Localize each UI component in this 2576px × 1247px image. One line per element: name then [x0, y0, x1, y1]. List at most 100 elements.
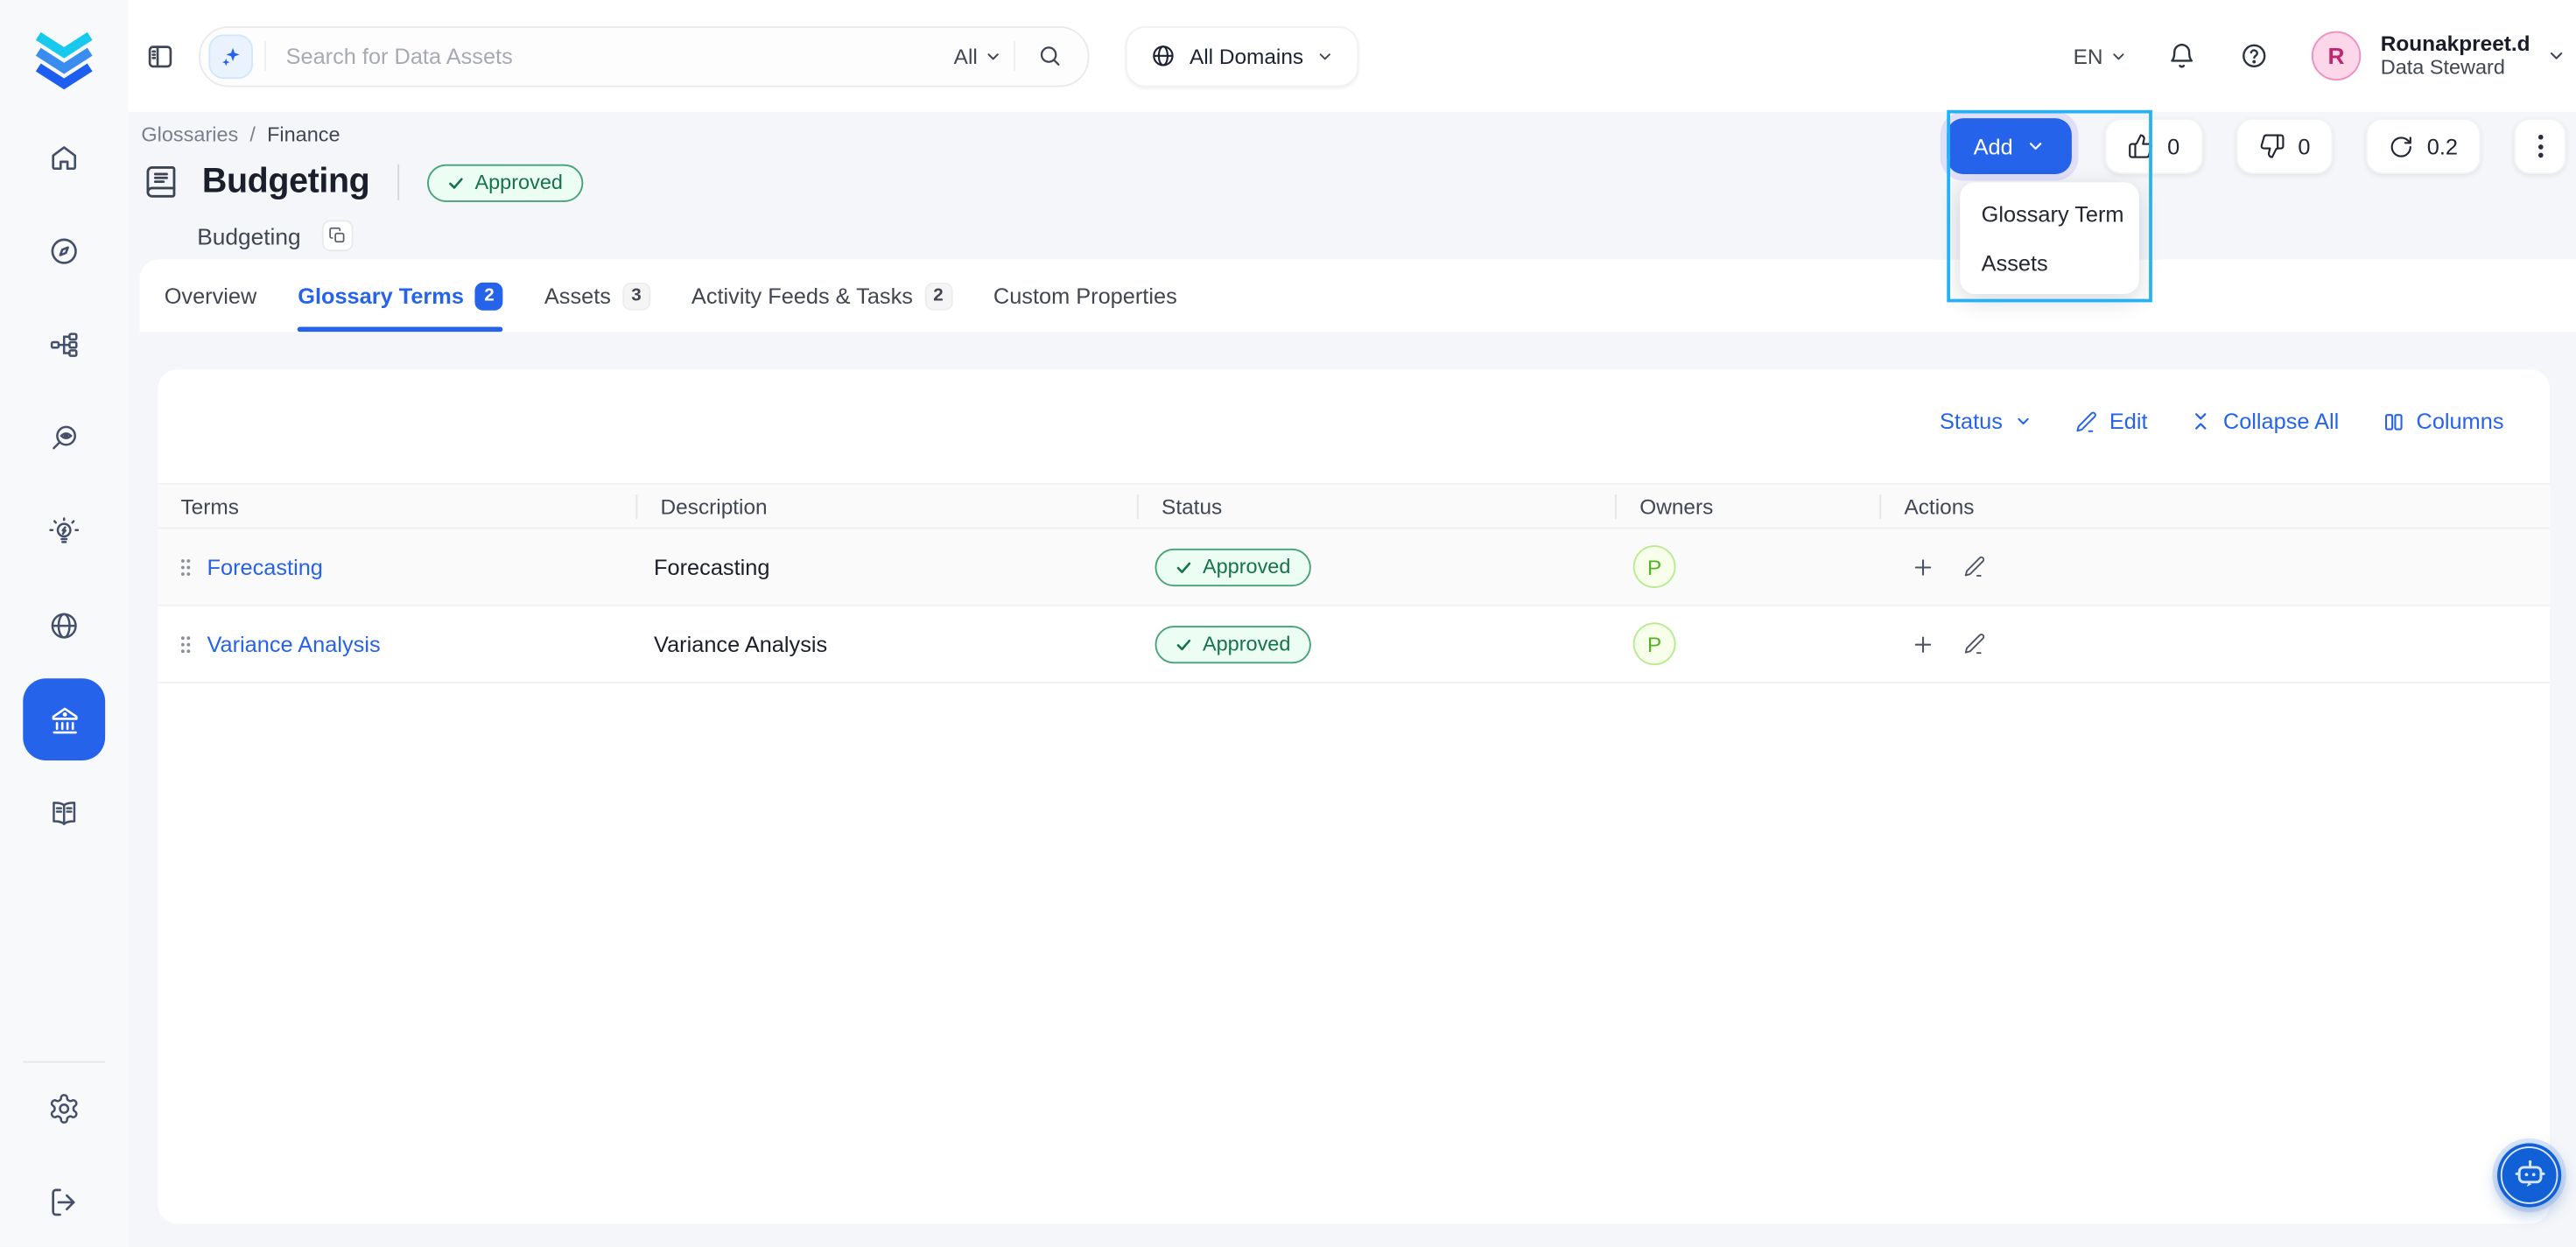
tab-assets[interactable]: Assets 3 [544, 260, 650, 333]
add-child-term-button[interactable] [1911, 632, 1935, 656]
user-initial: R [2328, 43, 2345, 69]
glossary-terms-card: Status Edit Collapse All Columns [158, 369, 2550, 1223]
column-header-status[interactable]: Status [1139, 485, 1617, 528]
actions-cell [1881, 606, 2550, 682]
column-header-terms[interactable]: Terms [158, 485, 637, 528]
breadcrumb-glossaries[interactable]: Glossaries [141, 123, 238, 146]
page-title: Budgeting [202, 163, 369, 202]
status-pill-label: Approved [1203, 633, 1290, 655]
columns-icon [2382, 410, 2404, 432]
all-domains-label: All Domains [1190, 44, 1303, 68]
chevron-down-icon [2546, 46, 2566, 67]
all-domains-button[interactable]: All Domains [1126, 25, 1359, 86]
plus-icon [1911, 632, 1935, 656]
tab-count-badge: 2 [475, 282, 503, 310]
language-select[interactable]: EN [2074, 44, 2128, 68]
sidebar-item-logout[interactable] [23, 1161, 105, 1243]
status-badge-label: Approved [474, 171, 562, 193]
user-info[interactable]: Rounakpreet.d Data Steward [2381, 32, 2530, 81]
sidebar-item-knowledge-center[interactable] [23, 772, 105, 854]
ai-search-button[interactable] [208, 33, 253, 78]
description-cell: Variance Analysis [637, 606, 1138, 682]
upvote-button[interactable]: 0 [2105, 118, 2203, 174]
table-row: Variance Analysis Variance Analysis Appr… [158, 606, 2550, 683]
sidebar-item-settings[interactable] [23, 1068, 105, 1150]
owner-avatar[interactable]: P [1633, 545, 1676, 588]
edit-term-button[interactable] [1963, 633, 1986, 655]
menu-item-glossary-term[interactable]: Glossary Term [1960, 189, 2139, 238]
edit-button[interactable]: Edit [2074, 409, 2147, 433]
top-header: Search for Data Assets All All Domains E… [128, 0, 2576, 112]
lightbulb-icon [47, 515, 81, 549]
user-menu-chevron[interactable] [2546, 46, 2566, 67]
search-submit-button[interactable] [1036, 43, 1063, 69]
downvote-button[interactable]: 0 [2236, 118, 2334, 174]
add-dropdown-menu: Glossary Term Assets [1960, 182, 2139, 294]
status-cell: Approved [1139, 606, 1617, 682]
breadcrumb-separator: / [249, 123, 256, 146]
sparkle-icon [219, 44, 243, 68]
downvote-count: 0 [2298, 134, 2310, 158]
help-button[interactable] [2239, 41, 2269, 71]
tab-activity-feeds[interactable]: Activity Feeds & Tasks 2 [691, 260, 952, 333]
menu-item-assets[interactable]: Assets [1960, 238, 2139, 287]
columns-button[interactable]: Columns [2382, 409, 2503, 433]
edit-term-button[interactable] [1963, 555, 1986, 578]
tab-glossary-terms[interactable]: Glossary Terms 2 [298, 260, 503, 333]
sidebar-item-home[interactable] [23, 116, 105, 199]
sidebar-item-observability[interactable] [23, 397, 105, 480]
globe-icon [1150, 43, 1176, 69]
breadcrumb-finance[interactable]: Finance [267, 123, 340, 146]
owner-avatar[interactable]: P [1633, 622, 1676, 665]
term-link[interactable]: Forecasting [207, 554, 323, 578]
left-sidebar [0, 0, 128, 1247]
global-search-bar[interactable]: Search for Data Assets All [199, 25, 1089, 86]
thumbs-up-icon [2128, 133, 2154, 159]
app-logo-icon[interactable] [33, 21, 95, 90]
collapse-all-button[interactable]: Collapse All [2190, 409, 2339, 433]
description-cell: Forecasting [637, 529, 1138, 604]
owners-cell: P [1617, 529, 1881, 604]
column-header-description[interactable]: Description [637, 485, 1138, 528]
term-link[interactable]: Variance Analysis [207, 632, 381, 656]
sidebar-toggle-button[interactable] [144, 40, 176, 72]
tab-overview[interactable]: Overview [165, 260, 257, 333]
drag-handle-icon[interactable] [179, 556, 193, 577]
logout-icon [47, 1186, 81, 1219]
chat-assistant-button[interactable] [2497, 1143, 2561, 1207]
tab-label: Activity Feeds & Tasks [691, 284, 913, 308]
version-button[interactable]: 0.2 [2366, 118, 2481, 174]
thumbs-down-icon [2258, 133, 2285, 159]
bank-icon [46, 702, 81, 736]
status-pill: Approved [1155, 548, 1310, 585]
add-button[interactable]: Add [1948, 118, 2073, 174]
chevron-down-icon [984, 46, 1002, 65]
column-header-owners[interactable]: Owners [1617, 485, 1881, 528]
notifications-button[interactable] [2167, 41, 2197, 71]
table-row: Forecasting Forecasting Approved P [158, 529, 2550, 606]
drag-handle-icon[interactable] [179, 634, 193, 655]
sidebar-item-lineage[interactable] [23, 304, 105, 386]
pencil-icon [1963, 633, 1986, 655]
term-cell: Forecasting [158, 529, 637, 604]
user-avatar[interactable]: R [2312, 32, 2361, 81]
kebab-icon [2537, 135, 2543, 140]
pencil-icon [2074, 410, 2097, 432]
sidebar-item-insights[interactable] [23, 491, 105, 573]
search-scope-select[interactable]: All [954, 44, 1002, 68]
entity-actions: Add 0 0 0.2 [1948, 118, 2566, 174]
add-child-term-button[interactable] [1911, 554, 1935, 578]
sidebar-item-governance[interactable] [23, 678, 105, 760]
table-toolbar: Status Edit Collapse All Columns [1940, 409, 2504, 433]
status-pill: Approved [1155, 625, 1310, 662]
sidebar-item-domains[interactable] [23, 585, 105, 667]
more-options-button[interactable] [2514, 118, 2566, 174]
copy-fqn-button[interactable] [322, 221, 354, 252]
user-role: Data Steward [2381, 56, 2530, 81]
column-header-actions[interactable]: Actions [1881, 485, 2550, 528]
flow-nodes-icon [47, 328, 81, 361]
search-input[interactable]: Search for Data Assets [286, 44, 954, 68]
status-filter-dropdown[interactable]: Status [1940, 409, 2032, 433]
sidebar-item-explore[interactable] [23, 210, 105, 292]
tab-custom-properties[interactable]: Custom Properties [993, 260, 1177, 333]
